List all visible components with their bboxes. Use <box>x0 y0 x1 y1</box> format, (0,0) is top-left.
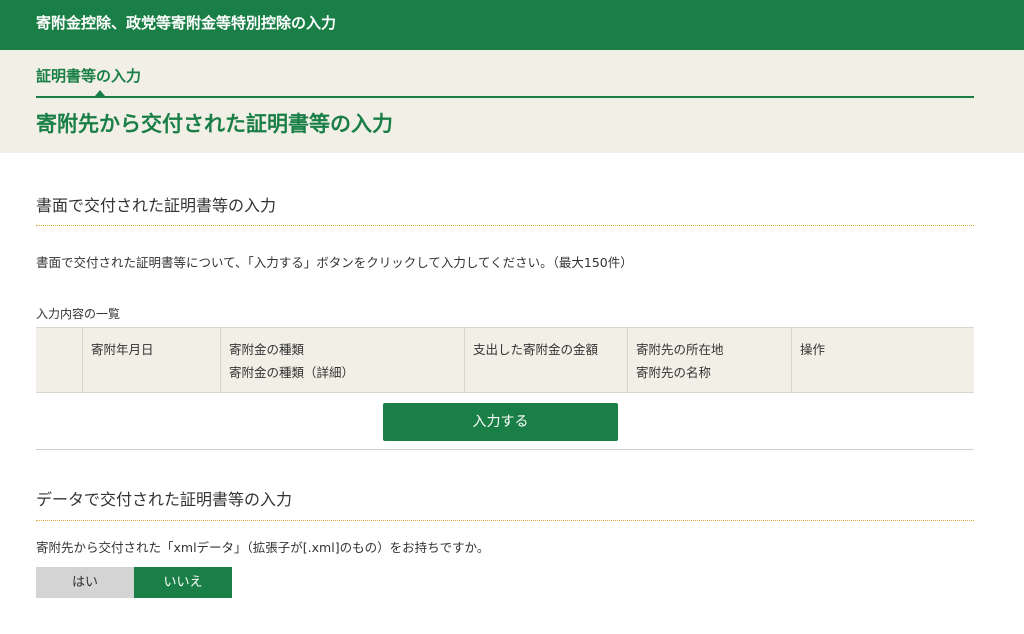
column-header-index <box>36 328 82 392</box>
page-title: 寄附先から交付された証明書等の入力 <box>36 112 393 136</box>
step-label: 証明書等の入力 <box>36 67 142 85</box>
paper-section-instruction: 書面で交付された証明書等について、「入力する」ボタンをクリックして入力してくださ… <box>36 255 633 270</box>
data-section-title: データで交付された証明書等の入力 <box>36 490 293 509</box>
input-button[interactable]: 入力する <box>383 403 618 441</box>
column-header-donation-type: 寄附金の種類 寄附金の種類（詳細） <box>220 328 464 392</box>
header-title: 寄附金控除、政党等寄附金等特別控除の入力 <box>36 14 337 32</box>
column-header-actions: 操作 <box>791 328 974 392</box>
xml-data-question: 寄附先から交付された「xmlデータ」（拡張子が[.xml]のもの）をお持ちですか… <box>36 540 490 555</box>
page-hero: 証明書等の入力 寄附先から交付された証明書等の入力 <box>0 50 1024 153</box>
no-toggle-button[interactable]: いいえ <box>134 567 232 598</box>
column-header-donation-amount: 支出した寄附金の金額 <box>464 328 627 392</box>
top-header-bar: 寄附金控除、政党等寄附金等特別控除の入力 <box>0 0 1024 50</box>
data-section-divider <box>36 520 974 521</box>
yes-toggle-button[interactable]: はい <box>36 567 134 598</box>
column-header-recipient: 寄附先の所在地 寄附先の名称 <box>627 328 791 392</box>
step-divider <box>36 96 974 98</box>
column-header-donation-date: 寄附年月日 <box>82 328 220 392</box>
entry-list-label: 入力内容の一覧 <box>36 307 121 321</box>
entry-list-table-header: 寄附年月日 寄附金の種類 寄附金の種類（詳細） 支出した寄附金の金額 寄附先の所… <box>36 327 974 393</box>
paper-section-divider <box>36 225 974 226</box>
paper-section-title: 書面で交付された証明書等の入力 <box>36 196 277 215</box>
paper-section-bottom-divider <box>36 449 974 450</box>
